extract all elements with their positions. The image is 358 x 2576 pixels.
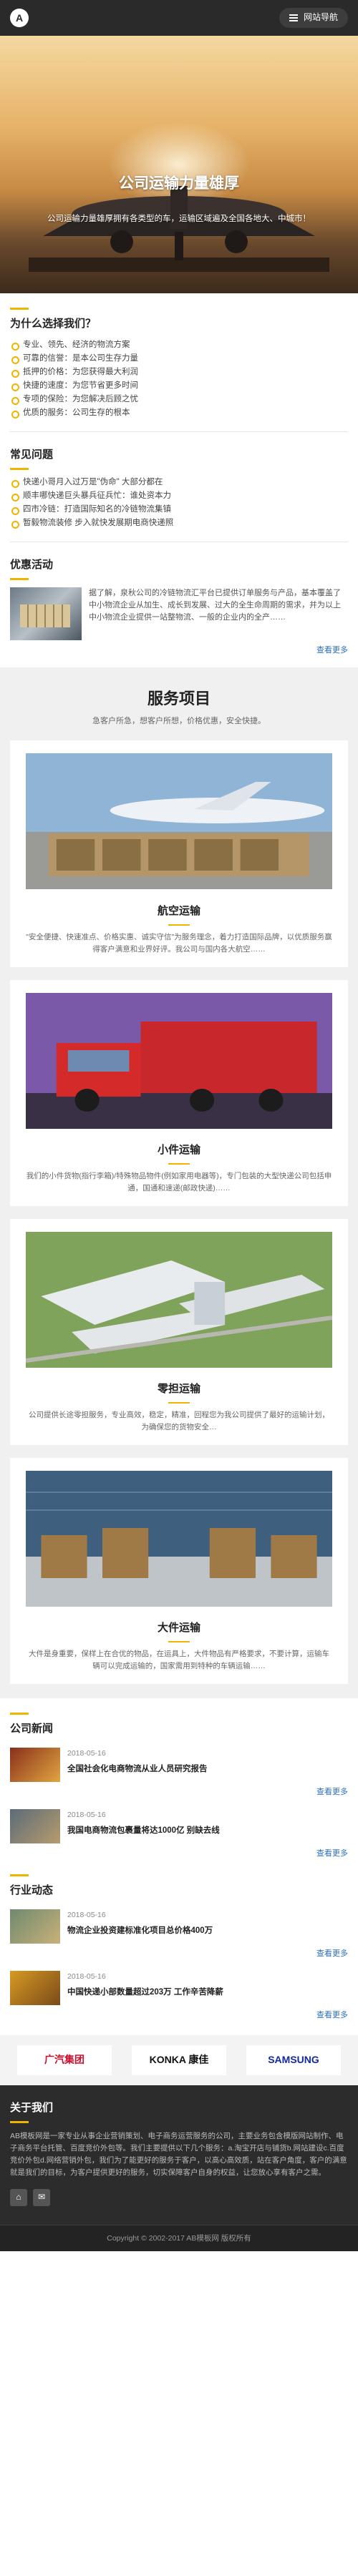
warehouse-image xyxy=(26,1470,332,1607)
top-bar: A 网站导航 xyxy=(0,0,358,36)
news-thumbnail xyxy=(10,1748,60,1783)
news-thumbnail xyxy=(10,1909,60,1944)
list-item: 快捷的速度：为您节省更多时间 xyxy=(10,379,348,393)
services-title: 服务项目 xyxy=(147,689,211,707)
home-icon[interactable]: ⌂ xyxy=(10,2188,27,2206)
hero-subtitle: 公司运输力量雄厚拥有各类型的车，运输区域遍及全国各地大、中城市！ xyxy=(47,215,311,223)
services-subtitle: 急客户所急，想客户所想，价格优惠，安全快捷。 xyxy=(92,716,266,725)
list-item: 专业、领先、经济的物流方案 xyxy=(10,338,348,352)
news-more-link[interactable]: 查看更多 xyxy=(10,1786,348,1799)
news-date: 2018-05-16 xyxy=(67,1911,106,1920)
industry-section: 行业动态 2018-05-16 物流企业投资建标准化项目总价格400万 查看更多… xyxy=(0,1860,358,2022)
service-card-air[interactable]: 航空运输 "安全便捷、快速准点、价格实惠、诚实守信"为服务理念，着力打造国际品牌… xyxy=(10,740,348,967)
promo-title: 优惠活动 xyxy=(10,559,54,571)
industry-more-link[interactable]: 查看更多 xyxy=(10,1948,348,1961)
service-card-bulky[interactable]: 大件运输 大件是身重要，保样上在合优的物品，在运具上，大件物品有严格要求，不要计… xyxy=(10,1457,348,1685)
about-title: 关于我们 xyxy=(10,2101,54,2114)
service-name: 航空运输 xyxy=(157,904,200,917)
truck-image xyxy=(26,992,332,1129)
industry-more-link[interactable]: 查看更多 xyxy=(10,2009,348,2022)
logo[interactable]: A xyxy=(10,9,29,27)
contact-icons: ⌂ ✉ xyxy=(10,2188,348,2206)
list-item: 专项的保险：为您解决后顾之忧 xyxy=(10,393,348,406)
faq-list: 快递小哥月入过万是"伪命" 大部分都在 顺丰哪快递巨头暴兵征兵忙：谁处资本力 四… xyxy=(10,476,348,530)
service-card-parcel[interactable]: 小件运输 我们的小件货物(指行李箱)/特殊物品物件(例如家用电器等)，专门包装的… xyxy=(10,979,348,1206)
why-section: 为什么选择我们？ 专业、领先、经济的物流方案 可靠的信誉：是本公司生存力量 抵押… xyxy=(0,293,358,420)
hero-title: 公司运输力量雄厚 xyxy=(119,175,239,192)
news-date: 2018-05-16 xyxy=(67,1810,106,1819)
service-name: 小件运输 xyxy=(157,1143,200,1156)
service-card-ltl[interactable]: 零担运输 公司提供长途零担服务，专业高效，稳定，精准，回程您为我公司提供了最好的… xyxy=(10,1218,348,1445)
site-nav-label: 网站导航 xyxy=(303,12,338,23)
news-thumbnail xyxy=(10,1970,60,2005)
faq-section: 常见问题 快递小哥月入过万是"伪命" 大部分都在 顺丰哪快递巨头暴兵征兵忙：谁处… xyxy=(0,432,358,530)
news-section: 公司新闻 2018-05-16 全国社会化电商物流从业人员研究报告 查看更多 2… xyxy=(0,1698,358,1860)
partner-logo-samsung[interactable]: SAMSUNG xyxy=(246,2044,341,2075)
news-date: 2018-05-16 xyxy=(67,1749,106,1758)
faq-link[interactable]: 暂毅物流装修 步入就快发展期电商快递照 xyxy=(10,516,348,530)
air-cargo-image xyxy=(26,753,332,890)
promo-section: 优惠活动 据了解，泉秋公司的冷链物流汇平台已提供订单服务与产品，基本覆盖了中小物… xyxy=(0,542,358,657)
service-desc: "安全便捷、快速准点、价格实惠、诚实守信"为服务理念，着力打造国际品牌，以优质服… xyxy=(26,932,332,954)
promo-more-link[interactable]: 查看更多 xyxy=(10,645,348,657)
service-desc: 大件是身重要，保样上在合优的物品，在运具上，大件物品有严格要求，不要计算，运输车… xyxy=(29,1650,329,1671)
service-desc: 我们的小件货物(指行李箱)/特殊物品物件(例如家用电器等)，专门包装的大型快递公… xyxy=(26,1171,332,1192)
partner-logo-konka[interactable]: KONKA 康佳 xyxy=(132,2044,226,2075)
news-headline: 中国快递小部数量超过203万 工作辛苦降薪 xyxy=(67,1987,223,1997)
menu-icon xyxy=(289,13,298,23)
news-item[interactable]: 2018-05-16 我国电商物流包裹量将达1000亿 别缺去线 xyxy=(10,1808,348,1843)
partner-logo-gac[interactable]: 广汽集团 xyxy=(17,2044,112,2075)
news-headline: 全国社会化电商物流从业人员研究报告 xyxy=(67,1764,208,1773)
why-title: 为什么选择我们？ xyxy=(10,318,97,330)
mail-icon[interactable]: ✉ xyxy=(33,2188,50,2206)
hero-banner: 公司运输力量雄厚 公司运输力量雄厚拥有各类型的车，运输区域遍及全国各地大、中城市… xyxy=(0,36,358,293)
about-section: 关于我们 AB模板网是一家专业从事企业营销策划、电子商务运营服务的公司，主要业务… xyxy=(0,2085,358,2225)
warehouse-thumbnail xyxy=(10,587,82,640)
footer-copyright: Copyright © 2002-2017 AB模板网 版权所有 xyxy=(0,2224,358,2252)
faq-link[interactable]: 快递小哥月入过万是"伪命" 大部分都在 xyxy=(10,476,348,489)
list-item: 可靠的信誉：是本公司生存力量 xyxy=(10,352,348,366)
news-more-link[interactable]: 查看更多 xyxy=(10,1848,348,1861)
why-list: 专业、领先、经济的物流方案 可靠的信誉：是本公司生存力量 抵押的价格：为您获得最… xyxy=(10,338,348,420)
faq-link[interactable]: 四市冷链：打造国际知名的冷链物流集镇 xyxy=(10,503,348,516)
news-date: 2018-05-16 xyxy=(67,1972,106,1981)
news-item[interactable]: 2018-05-16 物流企业投资建标准化项目总价格400万 xyxy=(10,1909,348,1944)
services-section: 服务项目 急客户所急，想客户所想，价格优惠，安全快捷。 航空运输 "安全便捷、快… xyxy=(0,667,358,1699)
news-item[interactable]: 2018-05-16 中国快递小部数量超过203万 工作辛苦降薪 xyxy=(10,1970,348,2005)
faq-title: 常见问题 xyxy=(10,449,54,461)
partner-logos: 广汽集团 KONKA 康佳 SAMSUNG xyxy=(0,2034,358,2085)
about-text: AB模板网是一家专业从事企业营销策划、电子商务运营服务的公司，主要业务包含模版网… xyxy=(10,2131,347,2177)
industry-title: 行业动态 xyxy=(10,1884,54,1897)
list-item: 优质的服务：公司生存的根本 xyxy=(10,406,348,420)
news-headline: 我国电商物流包裹量将达1000亿 别缺去线 xyxy=(67,1826,220,1835)
site-nav-button[interactable]: 网站导航 xyxy=(279,8,348,28)
service-desc: 公司提供长途零担服务，专业高效，稳定，精准，回程您为我公司提供了最好的运输计划，… xyxy=(29,1410,329,1431)
service-name: 大件运输 xyxy=(157,1622,200,1635)
promo-item[interactable]: 据了解，泉秋公司的冷链物流汇平台已提供订单服务与产品，基本覆盖了中小物流企业从加… xyxy=(10,587,348,640)
faq-link[interactable]: 顺丰哪快递巨头暴兵征兵忙：谁处资本力 xyxy=(10,489,348,503)
news-item[interactable]: 2018-05-16 全国社会化电商物流从业人员研究报告 xyxy=(10,1748,348,1783)
logistics-park-image xyxy=(25,1231,333,1368)
news-headline: 物流企业投资建标准化项目总价格400万 xyxy=(67,1926,213,1936)
service-name: 零担运输 xyxy=(157,1382,200,1395)
list-item: 抵押的价格：为您获得最大利润 xyxy=(10,366,348,379)
news-thumbnail xyxy=(10,1808,60,1843)
promo-text: 据了解，泉秋公司的冷链物流汇平台已提供订单服务与产品，基本覆盖了中小物流企业从加… xyxy=(89,589,341,622)
news-title: 公司新闻 xyxy=(10,1723,54,1735)
